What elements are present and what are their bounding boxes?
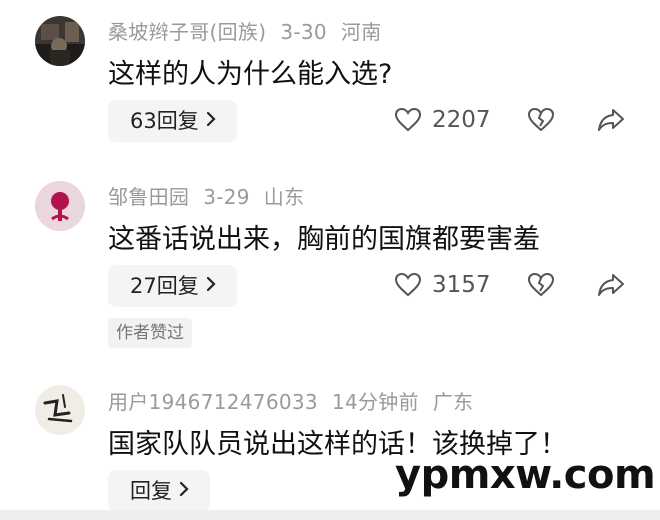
- comment-text: 这样的人为什么能入选?: [108, 59, 393, 90]
- broken-heart-icon: [527, 271, 555, 299]
- watermark: ypmxw.com: [395, 452, 656, 498]
- replies-button[interactable]: 63回复: [108, 100, 237, 142]
- broken-heart-icon: [527, 106, 555, 134]
- chevron-right-icon: [178, 470, 190, 512]
- comment-text: 这番话说出来，胸前的国旗都要害羞: [108, 224, 540, 255]
- share-icon: [597, 106, 625, 134]
- dislike-button[interactable]: [527, 271, 555, 299]
- comment-meta: 邹鲁田园 3-29 山东: [108, 181, 318, 210]
- replies-button[interactable]: 27回复: [108, 265, 237, 307]
- share-button[interactable]: [597, 106, 625, 134]
- divider: [0, 510, 660, 520]
- replies-label: 27回复: [130, 274, 199, 298]
- comment-date: 14分钟前: [331, 390, 419, 414]
- username[interactable]: 邹鲁田园: [108, 185, 189, 209]
- share-icon: [597, 271, 625, 299]
- like-count: 3157: [432, 272, 491, 298]
- dislike-button[interactable]: [527, 106, 555, 134]
- comment-location: 广东: [432, 390, 474, 414]
- replies-button[interactable]: 回复: [108, 470, 210, 512]
- comment-meta: 桑坡辫子哥(回族) 3-30 河南: [108, 16, 396, 45]
- username[interactable]: 用户1946712476033: [108, 390, 318, 414]
- username[interactable]: 桑坡辫子哥(回族): [108, 20, 266, 44]
- heart-icon: [394, 271, 422, 299]
- comment-date: 3-30: [280, 20, 327, 44]
- share-button[interactable]: [597, 271, 625, 299]
- avatar[interactable]: [35, 181, 85, 231]
- like-button[interactable]: 2207: [394, 106, 491, 134]
- comment-location: 河南: [340, 20, 382, 44]
- chevron-right-icon: [205, 100, 217, 142]
- avatar[interactable]: [35, 385, 85, 435]
- replies-label: 回复: [130, 479, 172, 503]
- author-liked-badge: 作者赞过: [108, 318, 192, 348]
- like-count: 2207: [432, 107, 491, 133]
- like-button[interactable]: 3157: [394, 271, 491, 299]
- comment-meta: 用户1946712476033 14分钟前 广东: [108, 386, 487, 415]
- comment-location: 山东: [263, 185, 305, 209]
- avatar[interactable]: [35, 16, 85, 66]
- heart-icon: [394, 106, 422, 134]
- replies-label: 63回复: [130, 109, 199, 133]
- chevron-right-icon: [205, 265, 217, 307]
- comment-date: 3-29: [203, 185, 250, 209]
